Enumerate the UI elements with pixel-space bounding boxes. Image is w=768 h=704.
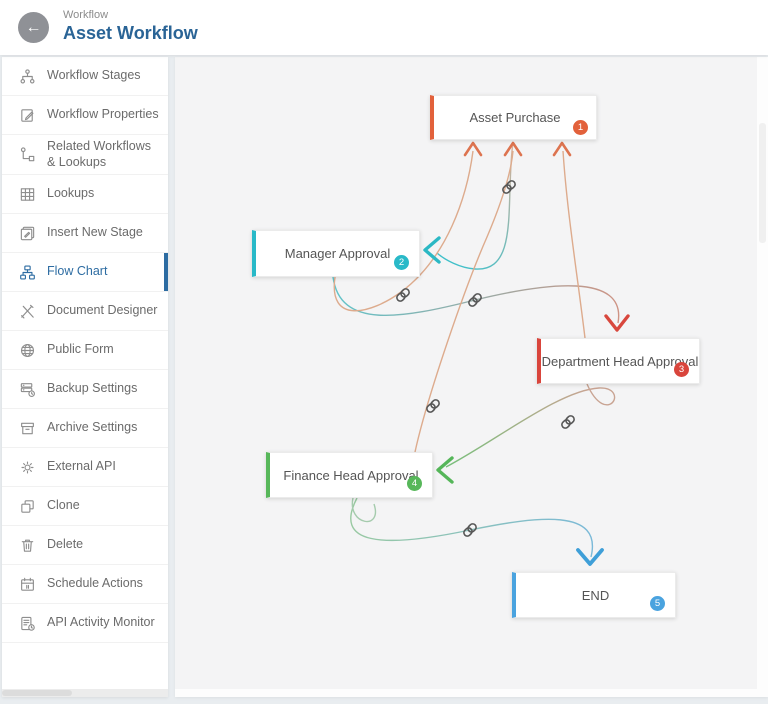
sidebar-horizontal-scrollbar[interactable] xyxy=(2,689,168,697)
scrollbar-thumb[interactable] xyxy=(759,123,766,243)
crossed-pencils-icon xyxy=(19,303,36,320)
gear-icon xyxy=(19,459,36,476)
flow-node-finance-head-approval[interactable]: Finance Head Approval 4 xyxy=(266,452,433,498)
flow-node-manager-approval[interactable]: Manager Approval 2 xyxy=(252,230,420,277)
sidebar-item-public-form[interactable]: Public Form xyxy=(2,331,168,370)
connector-department-to-asset xyxy=(563,151,585,338)
node-order-badge: 4 xyxy=(407,476,422,491)
header: ← Workflow Asset Workflow xyxy=(0,0,768,55)
scrollbar-thumb[interactable] xyxy=(2,690,72,696)
sidebar-item-backup-settings[interactable]: Backup Settings xyxy=(2,370,168,409)
backup-icon xyxy=(19,381,36,398)
edit-document-icon xyxy=(19,107,36,124)
sidebar-item-schedule-actions[interactable]: Schedule Actions xyxy=(2,565,168,604)
arrowhead-into-end xyxy=(578,550,602,564)
sidebar-item-document-designer[interactable]: Document Designer xyxy=(2,292,168,331)
arrowhead-into-asset-3 xyxy=(554,143,570,155)
canvas-vertical-scrollbar[interactable] xyxy=(757,57,768,689)
chain-link-icon[interactable] xyxy=(561,415,576,430)
flow-node-asset-purchase[interactable]: Asset Purchase 1 xyxy=(430,95,597,140)
back-arrow-icon: ← xyxy=(26,19,42,37)
node-order-badge: 5 xyxy=(650,596,665,611)
sidebar-item-label: Schedule Actions xyxy=(47,576,143,592)
globe-icon xyxy=(19,342,36,359)
sidebar-item-label: Backup Settings xyxy=(47,381,137,397)
node-order-badge: 1 xyxy=(573,120,588,135)
sidebar-item-label: Workflow Stages xyxy=(47,68,141,84)
sidebar-item-label: Lookups xyxy=(47,186,94,202)
node-order-badge: 3 xyxy=(674,362,689,377)
arrowhead-into-department xyxy=(606,316,628,330)
arrowhead-into-finance xyxy=(438,458,452,482)
connector-asset-to-manager xyxy=(437,142,513,269)
insert-stage-icon xyxy=(19,225,36,242)
sidebar-item-external-api[interactable]: External API xyxy=(2,448,168,487)
node-label: Manager Approval xyxy=(285,246,391,261)
node-label: Asset Purchase xyxy=(469,110,560,125)
node-order-badge: 2 xyxy=(394,255,409,270)
node-label: END xyxy=(582,588,609,603)
sidebar-item-insert-new-stage[interactable]: Insert New Stage xyxy=(2,214,168,253)
sidebar-item-api-activity-monitor[interactable]: API Activity Monitor xyxy=(2,604,168,643)
sidebar-item-archive-settings[interactable]: Archive Settings xyxy=(2,409,168,448)
connector-department-to-finance xyxy=(446,384,615,467)
clone-icon xyxy=(19,498,36,515)
sidebar-item-label: Flow Chart xyxy=(47,264,107,280)
sidebar-item-label: Workflow Properties xyxy=(47,107,159,123)
hierarchy-icon xyxy=(19,146,36,163)
flow-node-end[interactable]: END 5 xyxy=(512,572,676,618)
sidebar-item-related-workflows[interactable]: Related Workflows & Lookups xyxy=(2,135,168,175)
trash-icon xyxy=(19,537,36,554)
sidebar-item-label: Clone xyxy=(47,498,80,514)
stages-icon xyxy=(19,68,36,85)
sidebar-item-flow-chart[interactable]: Flow Chart xyxy=(2,253,168,292)
sidebar-item-workflow-properties[interactable]: Workflow Properties xyxy=(2,96,168,135)
flow-node-department-head-approval[interactable]: Department Head Approval 3 xyxy=(537,338,700,384)
sidebar-item-label: Public Form xyxy=(47,342,114,358)
sidebar-item-label: Archive Settings xyxy=(47,420,137,436)
arrowhead-into-manager xyxy=(425,238,439,262)
table-icon xyxy=(19,186,36,203)
chain-link-icon[interactable] xyxy=(426,399,441,414)
sidebar-item-label: Related Workflows & Lookups xyxy=(47,139,160,170)
sidebar-item-label: External API xyxy=(47,459,116,475)
sidebar-item-label: Delete xyxy=(47,537,83,553)
breadcrumb: Workflow xyxy=(63,9,108,21)
page-title: Asset Workflow xyxy=(63,23,198,44)
sidebar-item-label: API Activity Monitor xyxy=(47,615,155,631)
sidebar-item-label: Insert New Stage xyxy=(47,225,143,241)
flow-chart-canvas[interactable]: Asset Purchase 1 Manager Approval 2 Depa… xyxy=(175,57,768,697)
archive-icon xyxy=(19,420,36,437)
activity-monitor-icon xyxy=(19,615,36,632)
sidebar-item-lookups[interactable]: Lookups xyxy=(2,175,168,214)
sidebar-item-clone[interactable]: Clone xyxy=(2,487,168,526)
sidebar: Workflow Stages Workflow Properties Rela… xyxy=(2,57,168,697)
canvas-horizontal-scrollbar[interactable] xyxy=(175,689,768,697)
sidebar-item-delete[interactable]: Delete xyxy=(2,526,168,565)
calendar-icon xyxy=(19,576,36,593)
sidebar-item-label: Document Designer xyxy=(47,303,157,319)
sidebar-item-workflow-stages[interactable]: Workflow Stages xyxy=(2,57,168,96)
connector-finance-to-end xyxy=(351,498,593,557)
chain-link-icon[interactable] xyxy=(502,180,517,195)
chain-link-icon[interactable] xyxy=(396,288,411,303)
back-button[interactable]: ← xyxy=(18,12,49,43)
node-label: Finance Head Approval xyxy=(283,468,418,483)
flow-chart-icon xyxy=(19,264,36,281)
